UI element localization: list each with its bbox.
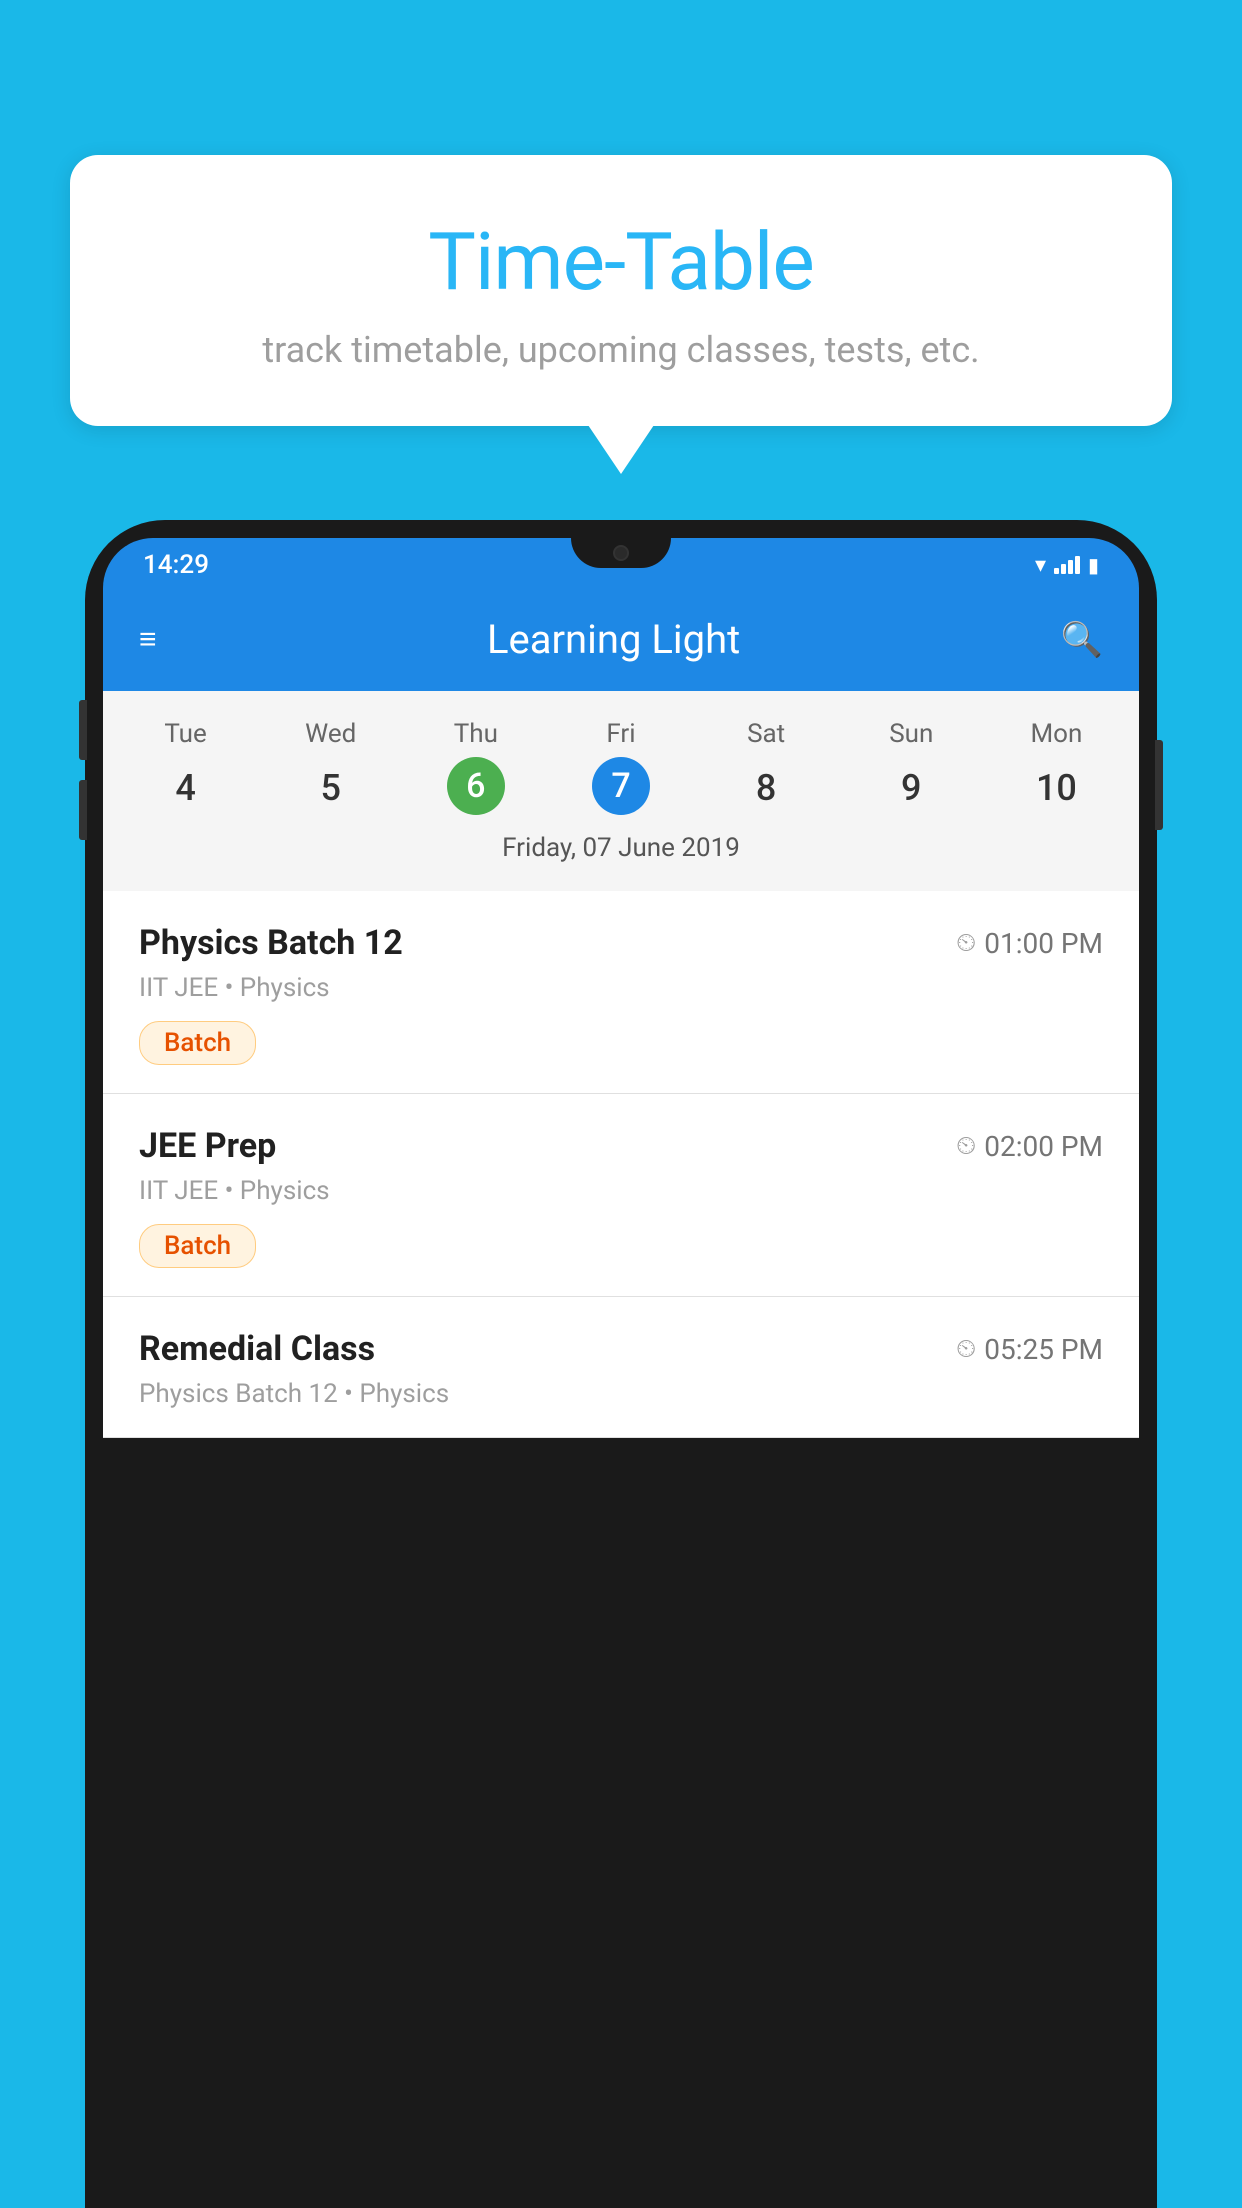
clock-icon-3: ⏲ — [956, 1334, 976, 1365]
schedule-item-2-header: JEE Prep ⏲ 02:00 PM — [139, 1126, 1103, 1166]
calendar-strip: Tue Wed Thu Fri Sat Sun Mon 4 5 6 7 — [103, 691, 1139, 891]
front-camera — [613, 545, 629, 561]
day-10[interactable]: 10 — [984, 757, 1129, 819]
day-header-tue: Tue — [113, 711, 258, 757]
day-numbers: 4 5 6 7 8 9 10 — [103, 757, 1139, 819]
phone-outer: 14:29 ▾ ▮ ≡ Learning Light 🔍 — [85, 520, 1157, 2208]
schedule-item-3[interactable]: Remedial Class ⏲ 05:25 PM Physics Batch … — [103, 1297, 1139, 1438]
app-bar-title: Learning Light — [167, 616, 1061, 663]
day-header-mon: Mon — [984, 711, 1129, 757]
signal-bar-4 — [1075, 556, 1080, 574]
schedule-item-1-time: ⏲ 01:00 PM — [956, 927, 1103, 960]
phone-notch — [571, 538, 671, 568]
battery-icon: ▮ — [1088, 553, 1099, 577]
status-icons: ▾ ▮ — [1035, 553, 1099, 578]
volume-up-button[interactable] — [79, 700, 87, 760]
day-6-today[interactable]: 6 — [403, 757, 548, 819]
day-header-fri: Fri — [548, 711, 693, 757]
speech-bubble-subtitle: track timetable, upcoming classes, tests… — [120, 329, 1122, 371]
day-headers: Tue Wed Thu Fri Sat Sun Mon — [103, 711, 1139, 757]
status-bar: 14:29 ▾ ▮ — [103, 538, 1139, 588]
signal-bar-1 — [1054, 568, 1059, 574]
app-bar: ≡ Learning Light 🔍 — [103, 588, 1139, 691]
wifi-icon: ▾ — [1035, 553, 1046, 578]
speech-bubble-container: Time-Table track timetable, upcoming cla… — [70, 155, 1172, 426]
schedule-item-3-header: Remedial Class ⏲ 05:25 PM — [139, 1329, 1103, 1369]
day-9[interactable]: 9 — [839, 757, 984, 819]
search-icon[interactable]: 🔍 — [1061, 620, 1103, 660]
day-header-wed: Wed — [258, 711, 403, 757]
hamburger-menu-icon[interactable]: ≡ — [139, 622, 157, 657]
day-header-thu: Thu — [403, 711, 548, 757]
schedule-item-2[interactable]: JEE Prep ⏲ 02:00 PM IIT JEE • Physics Ba… — [103, 1094, 1139, 1297]
batch-badge-2: Batch — [139, 1224, 256, 1268]
day-7-selected[interactable]: 7 — [548, 757, 693, 819]
schedule-item-3-subtitle: Physics Batch 12 • Physics — [139, 1379, 1103, 1409]
selected-date-label: Friday, 07 June 2019 — [103, 819, 1139, 881]
schedule-item-1[interactable]: Physics Batch 12 ⏲ 01:00 PM IIT JEE • Ph… — [103, 891, 1139, 1094]
day-number-7: 7 — [592, 757, 650, 815]
phone-screen: ≡ Learning Light 🔍 Tue Wed Thu Fri Sat S… — [103, 588, 1139, 1438]
signal-bar-3 — [1068, 560, 1073, 574]
schedule-item-3-title: Remedial Class — [139, 1329, 375, 1369]
volume-down-button[interactable] — [79, 780, 87, 840]
schedule-item-1-subtitle: IIT JEE • Physics — [139, 973, 1103, 1003]
clock-icon-2: ⏲ — [956, 1131, 976, 1162]
signal-bar-2 — [1061, 564, 1066, 574]
power-button[interactable] — [1155, 740, 1163, 830]
status-time: 14:29 — [143, 550, 209, 580]
day-8[interactable]: 8 — [694, 757, 839, 819]
speech-bubble: Time-Table track timetable, upcoming cla… — [70, 155, 1172, 426]
schedule-item-2-time: ⏲ 02:00 PM — [956, 1130, 1103, 1163]
day-header-sun: Sun — [839, 711, 984, 757]
clock-icon-1: ⏲ — [956, 928, 976, 959]
schedule-list: Physics Batch 12 ⏲ 01:00 PM IIT JEE • Ph… — [103, 891, 1139, 1438]
speech-bubble-title: Time-Table — [120, 215, 1122, 309]
schedule-item-2-subtitle: IIT JEE • Physics — [139, 1176, 1103, 1206]
day-5[interactable]: 5 — [258, 757, 403, 819]
day-header-sat: Sat — [694, 711, 839, 757]
signal-icon — [1054, 556, 1080, 574]
phone-mockup: 14:29 ▾ ▮ ≡ Learning Light 🔍 — [85, 520, 1157, 2208]
batch-badge-1: Batch — [139, 1021, 256, 1065]
schedule-item-3-time: ⏲ 05:25 PM — [956, 1333, 1103, 1366]
schedule-item-1-title: Physics Batch 12 — [139, 923, 403, 963]
schedule-item-2-title: JEE Prep — [139, 1126, 276, 1166]
day-number-6: 6 — [447, 757, 505, 815]
day-4[interactable]: 4 — [113, 757, 258, 819]
schedule-item-1-header: Physics Batch 12 ⏲ 01:00 PM — [139, 923, 1103, 963]
